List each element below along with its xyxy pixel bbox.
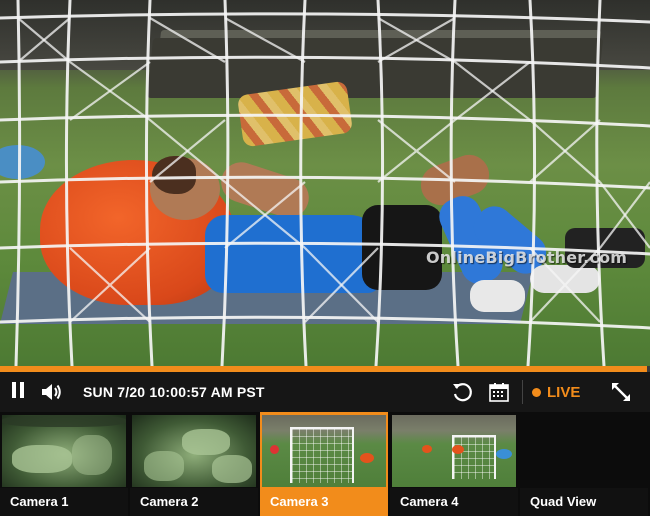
speaker-icon [42,384,61,400]
live-dot-icon [532,387,541,397]
volume-button[interactable] [38,372,66,412]
camera-1-thumbnail [2,415,126,487]
control-bar: SUN 7/20 10:00:57 AM PST LIVE [0,372,650,412]
camera-3-thumbnail [262,415,386,487]
camera-4-label: Camera 4 [390,488,518,516]
quad-view-label: Quad View [520,488,648,516]
pause-icon [10,381,26,403]
camera-2-label: Camera 2 [130,488,258,516]
camera-3-tile[interactable]: Camera 3 [260,412,388,516]
quad-view-tile[interactable]: 1 3 2 4 Quad View [520,412,648,516]
camera-4-thumbnail [392,415,516,487]
camera-2-tile[interactable]: Camera 2 [130,412,258,516]
camera-1-tile[interactable]: Camera 1 [0,412,128,516]
watermark: OnlineBigBrother.com [426,248,628,267]
soccer-net-overlay [0,0,650,366]
pause-button[interactable] [4,372,32,412]
divider [522,380,523,404]
camera-2-thumbnail [132,415,256,487]
rewind-button[interactable] [448,372,476,412]
rewind-icon [453,383,472,402]
camera-strip: Camera 1 Camera 2 Camera 3 Camera 4 1 3 … [0,412,650,516]
camera-3-label: Camera 3 [260,488,388,516]
camera-1-label: Camera 1 [0,488,128,516]
fullscreen-icon [612,383,630,401]
camera-4-tile[interactable]: Camera 4 [390,412,518,516]
calendar-icon [489,383,509,402]
timestamp: SUN 7/20 10:00:57 AM PST [83,384,265,400]
fullscreen-button[interactable] [604,372,638,412]
calendar-button[interactable] [485,372,513,412]
video-player[interactable]: OnlineBigBrother.com [0,0,650,366]
live-label: LIVE [547,383,581,401]
live-button[interactable]: LIVE [532,372,592,412]
